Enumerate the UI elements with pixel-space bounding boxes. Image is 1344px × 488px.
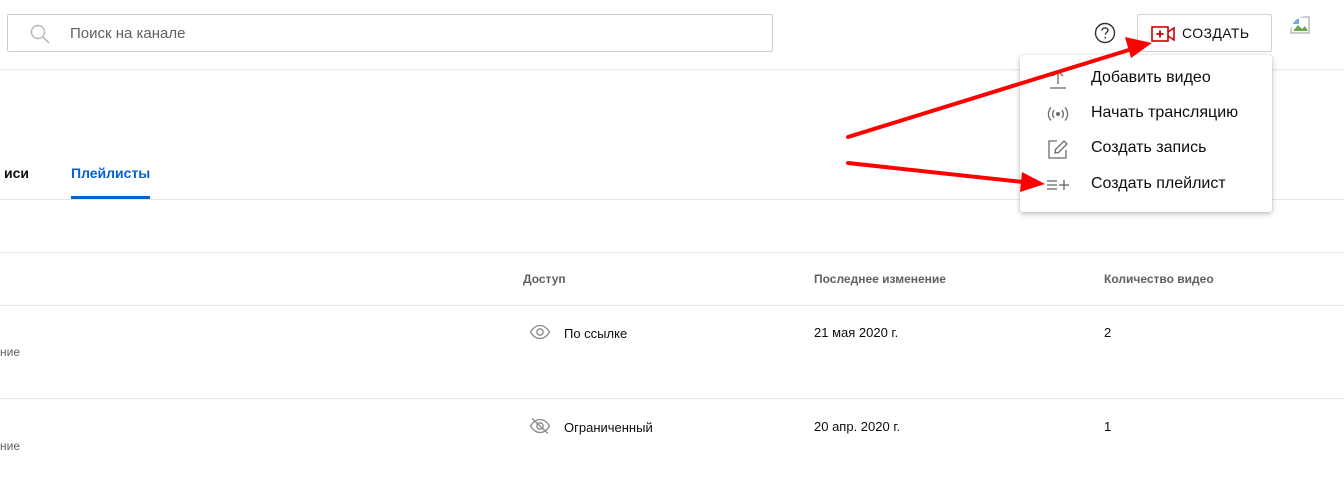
create-button-label: СОЗДАТЬ [1182, 25, 1250, 41]
row-access: Ограниченный [564, 420, 653, 435]
avatar[interactable] [1290, 16, 1324, 50]
row-subtitle: ние [0, 345, 21, 359]
create-menu: Добавить видео Начать трансляцию Создать… [1020, 55, 1272, 212]
row-divider [0, 398, 1344, 399]
menu-item-upload-video[interactable]: Добавить видео [1020, 61, 1272, 96]
video-camera-plus-icon [1151, 25, 1177, 48]
tab-playlists[interactable]: Плейлисты [71, 165, 150, 181]
playlist-add-icon [1046, 174, 1070, 196]
row-date: 21 мая 2020 г. [814, 325, 899, 340]
search-icon[interactable] [29, 23, 51, 50]
search-box[interactable] [7, 14, 773, 52]
row-subtitle: ние [0, 439, 21, 453]
menu-item-start-stream[interactable]: Начать трансляцию [1020, 96, 1272, 131]
menu-item-create-post[interactable]: Создать запись [1020, 131, 1272, 166]
table-top-divider [0, 252, 1344, 253]
broadcast-icon [1046, 103, 1070, 125]
search-input[interactable] [70, 23, 750, 43]
row-date: 20 апр. 2020 г. [814, 419, 901, 434]
upload-icon [1046, 68, 1070, 90]
tab-posts[interactable]: иси [4, 165, 29, 181]
arrow-to-create-playlist [846, 161, 1025, 184]
edit-icon [1046, 138, 1070, 160]
menu-item-label: Добавить видео [1091, 69, 1211, 86]
menu-item-label: Начать трансляцию [1091, 104, 1239, 121]
column-header-last-modified[interactable]: Последнее изменение [814, 272, 946, 286]
row-access: По ссылке [564, 326, 628, 341]
menu-item-label: Создать плейлист [1091, 175, 1226, 192]
column-header-video-count[interactable]: Количество видео [1104, 272, 1214, 286]
header-divider [0, 305, 1344, 306]
help-icon[interactable] [1094, 22, 1116, 44]
menu-item-create-playlist[interactable]: Создать плейлист [1020, 167, 1272, 202]
menu-item-label: Создать запись [1091, 139, 1207, 156]
eye-icon [529, 323, 551, 346]
column-header-access[interactable]: Доступ [523, 272, 566, 286]
row-count: 2 [1104, 325, 1112, 340]
row-count: 1 [1104, 419, 1112, 434]
create-button[interactable]: СОЗДАТЬ [1137, 14, 1272, 52]
eye-off-icon [529, 417, 551, 440]
